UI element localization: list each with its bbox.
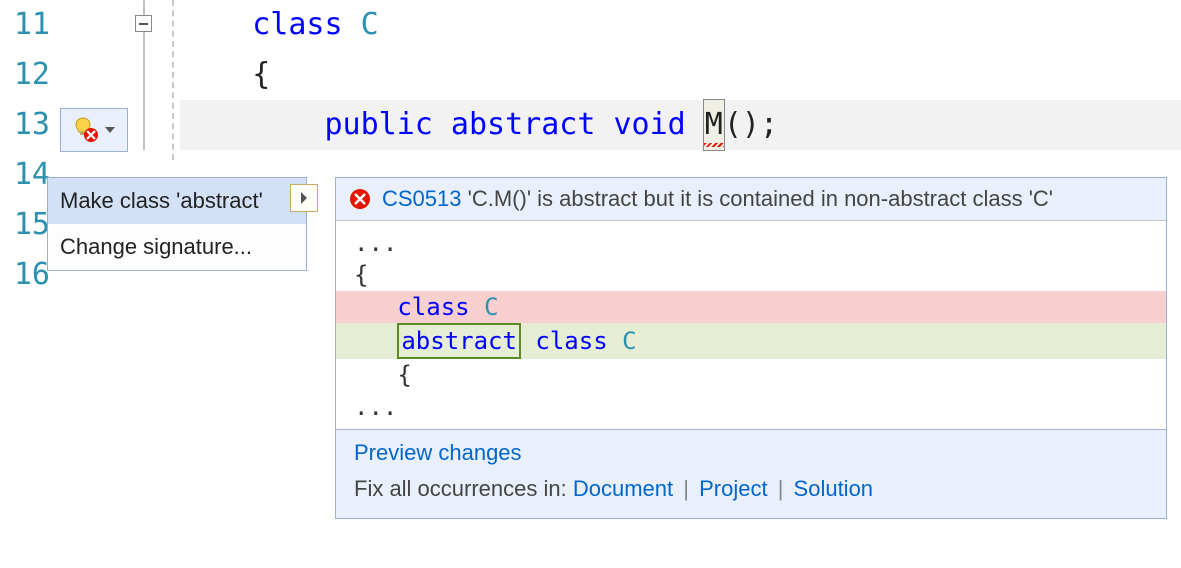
- quick-actions-lightbulb-button[interactable]: [60, 108, 128, 152]
- error-header: CS0513 'C.M()' is abstract but it is con…: [336, 178, 1166, 221]
- fix-scope-label: Fix all occurrences in:: [354, 476, 573, 501]
- code-line: class C: [180, 0, 1181, 50]
- identifier-highlight: M: [704, 100, 724, 150]
- error-squiggle-icon: [704, 143, 724, 147]
- submenu-expand-button[interactable]: [290, 184, 318, 212]
- error-icon: [348, 187, 372, 211]
- inserted-token-highlight: abstract: [397, 323, 521, 359]
- lightbulb-error-icon: [72, 116, 100, 144]
- menu-item-label: Change signature...: [60, 234, 252, 260]
- quick-action-change-signature[interactable]: Change signature...: [48, 224, 306, 270]
- fix-scope-document-link[interactable]: Document: [573, 476, 673, 501]
- line-number: 13: [0, 100, 50, 150]
- line-number: 14: [0, 150, 50, 200]
- fold-gutter: [135, 0, 165, 568]
- line-number: 16: [0, 250, 50, 300]
- line-number: 15: [0, 200, 50, 250]
- diff-preview: ... { class C abstract class C { ...: [336, 221, 1166, 429]
- quick-action-make-abstract[interactable]: Make class 'abstract': [48, 178, 306, 224]
- fix-scope-solution-link[interactable]: Solution: [794, 476, 874, 501]
- quick-actions-menu: Make class 'abstract' Change signature..…: [47, 177, 307, 271]
- diff-context: {: [336, 359, 1166, 391]
- menu-item-label: Make class 'abstract': [60, 188, 263, 214]
- code-line: public abstract void M();: [180, 100, 1181, 150]
- separator: |: [778, 476, 790, 501]
- error-message-text: 'C.M()' is abstract but it is contained …: [468, 186, 1053, 211]
- diff-context: ...: [336, 227, 1166, 259]
- fold-toggle-icon[interactable]: [135, 15, 152, 32]
- code-text-area[interactable]: class C { public abstract void M();: [180, 0, 1181, 150]
- preview-footer: Preview changes Fix all occurrences in: …: [336, 429, 1166, 518]
- indent-guide: [172, 0, 174, 160]
- fix-scope-project-link[interactable]: Project: [699, 476, 767, 501]
- diff-context: ...: [336, 391, 1166, 423]
- line-number: 12: [0, 50, 50, 100]
- code-line: {: [180, 50, 1181, 100]
- preview-changes-link[interactable]: Preview changes: [354, 440, 522, 465]
- separator: |: [683, 476, 695, 501]
- fix-preview-panel: CS0513 'C.M()' is abstract but it is con…: [335, 177, 1167, 519]
- code-editor[interactable]: 11 12 13 14 15 16 class C { public abstr…: [0, 0, 1181, 568]
- error-code-link[interactable]: CS0513: [382, 186, 462, 211]
- diff-added-line: abstract class C: [336, 323, 1166, 359]
- diff-context: {: [336, 259, 1166, 291]
- diff-removed-line: class C: [336, 291, 1166, 323]
- line-number: 11: [0, 0, 50, 50]
- chevron-down-icon: [104, 124, 116, 136]
- chevron-right-icon: [299, 191, 309, 205]
